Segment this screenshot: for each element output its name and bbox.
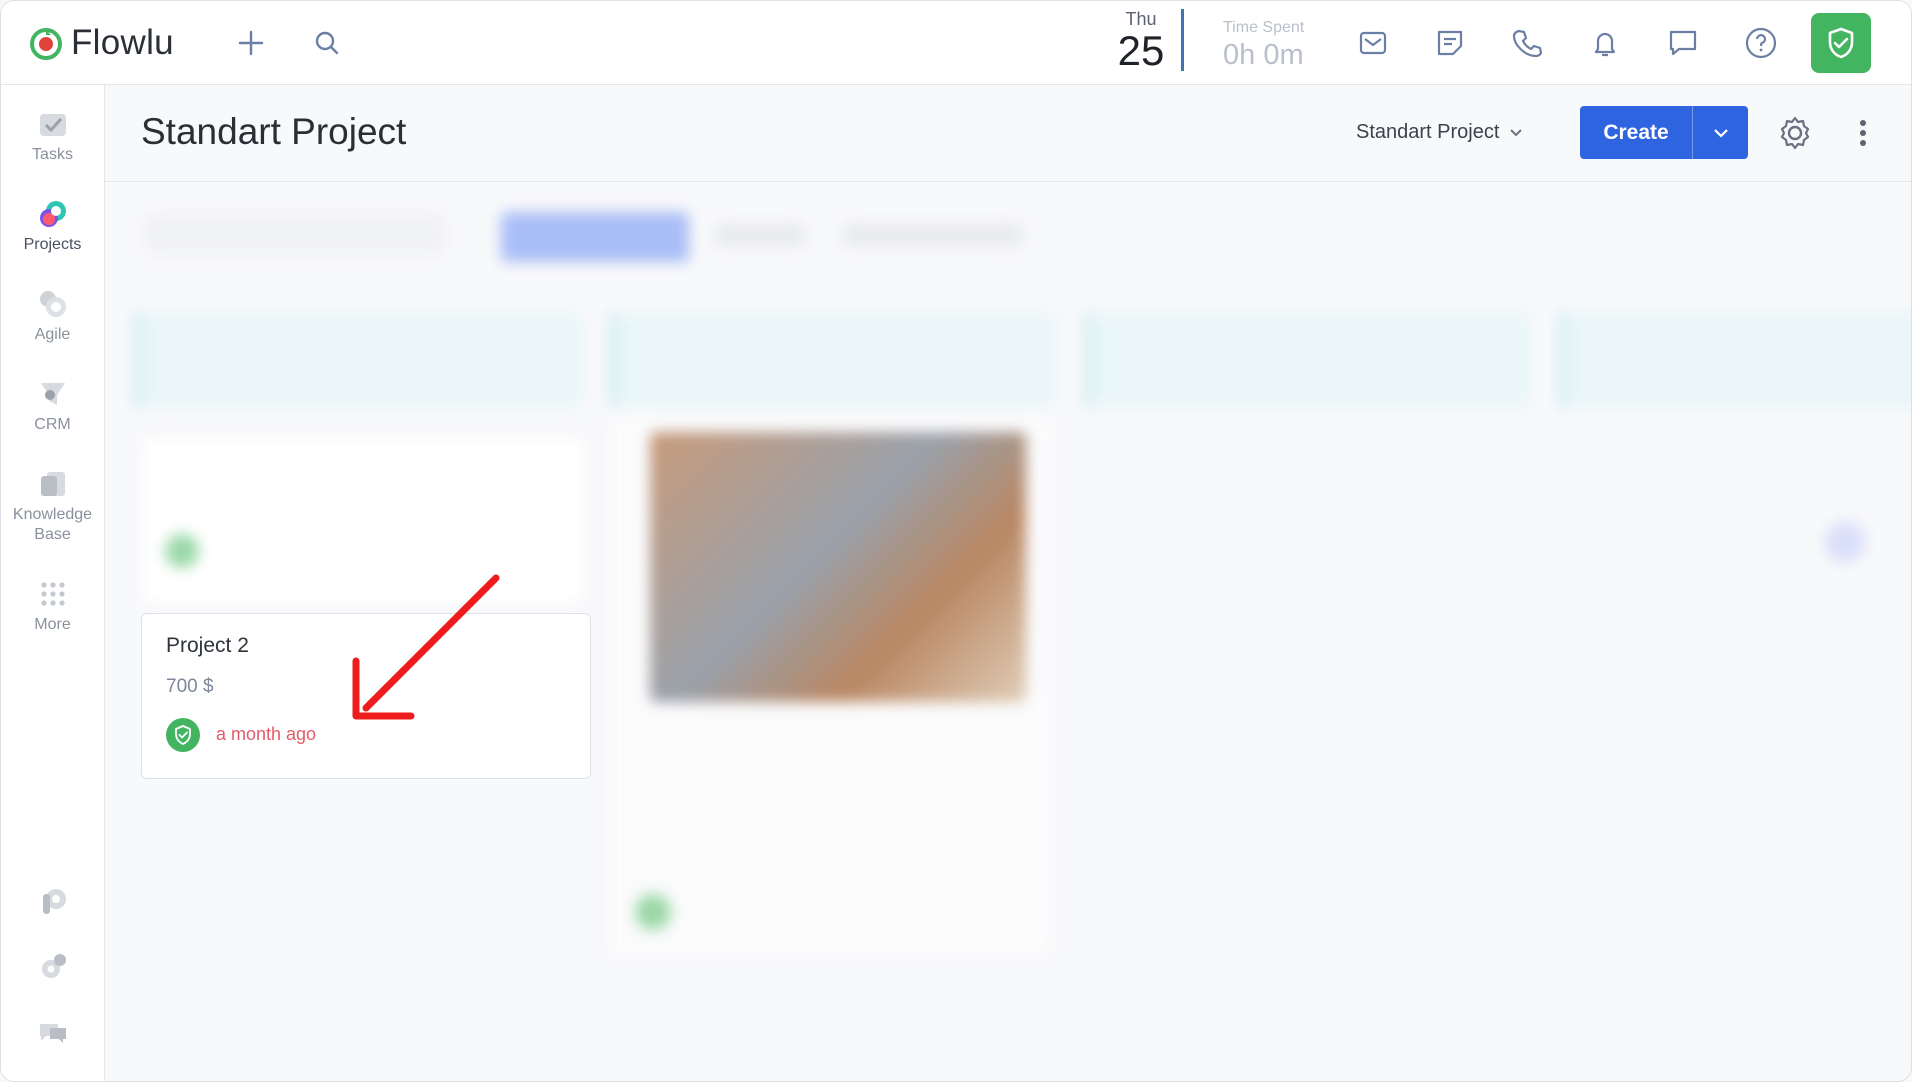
sidebar-item-knowledge-base[interactable]: Knowledge Base (1, 467, 104, 545)
knowledge-base-icon (36, 467, 70, 501)
project-card-amount: 700 $ (166, 676, 214, 697)
project-card[interactable]: Project 2 700 $ a month ago (141, 613, 591, 779)
time-spent-widget[interactable]: Time Spent 0h 0m (1223, 19, 1304, 72)
blurred-button (1825, 522, 1865, 562)
sidebar-label-more: More (34, 616, 71, 633)
mail-icon[interactable] (1353, 23, 1393, 63)
tasks-icon (36, 107, 70, 141)
blurred-column (1560, 312, 1911, 408)
create-button-label: Create (1603, 120, 1669, 144)
sidebar-label-crm: CRM (34, 416, 71, 433)
blurred-column (1085, 312, 1531, 408)
blurred-filter-tab (715, 224, 805, 246)
sidebar-label-knowledge-base: Knowledge Base (12, 506, 93, 543)
sidebar-item-more[interactable]: More (1, 577, 104, 635)
blurred-filter-button (501, 212, 689, 262)
support-chat-icon[interactable] (1, 1015, 104, 1049)
date-divider (1181, 9, 1184, 71)
date-widget[interactable]: Thu 25 (1113, 9, 1169, 73)
pipeline-select-value: Standart Project (1356, 121, 1500, 143)
blurred-card (141, 437, 585, 604)
crm-icon (36, 377, 70, 411)
more-grid-icon (36, 577, 70, 611)
settings-icon[interactable] (1, 950, 104, 984)
app-window: Flowlu Thu 25 Time Spent 0h 0m Tasks Pro… (0, 0, 1912, 1082)
logo[interactable]: Flowlu (29, 23, 174, 63)
sidebar-item-agile[interactable]: Agile (1, 287, 104, 345)
sidebar-label-projects: Projects (23, 236, 82, 253)
blurred-avatar (165, 534, 199, 568)
more-options-icon[interactable] (1843, 113, 1883, 153)
project-card-time: a month ago (216, 724, 317, 744)
project-card-title: Project 2 (166, 634, 249, 657)
create-dropdown-button[interactable] (1693, 128, 1748, 138)
sidebar-label-tasks: Tasks (32, 146, 73, 163)
bell-icon[interactable] (1585, 23, 1625, 63)
search-icon[interactable] (307, 23, 347, 63)
sidebar-label-agile: Agile (34, 326, 71, 343)
blurred-filter-tab (843, 224, 1023, 246)
sidebar: Tasks Projects Agile CRM Knowledge Base (1, 85, 105, 1081)
notes-icon[interactable] (1430, 23, 1470, 63)
app-name: Flowlu (71, 23, 174, 62)
sidebar-item-crm[interactable]: CRM (1, 377, 104, 435)
chevron-down-icon (1510, 128, 1523, 136)
status-check-icon[interactable] (166, 718, 200, 752)
top-bar: Flowlu Thu 25 Time Spent 0h 0m (1, 1, 1911, 85)
user-check-icon[interactable] (1811, 13, 1871, 73)
plus-icon[interactable] (231, 23, 271, 63)
flowlu-logo-icon (30, 28, 62, 60)
date-number: 25 (1117, 27, 1165, 74)
projects-icon (36, 197, 70, 231)
date-day: Thu (1125, 9, 1157, 29)
p-icon[interactable] (1, 885, 104, 919)
chevron-down-icon (1713, 128, 1728, 138)
gear-icon[interactable] (1775, 113, 1815, 153)
chat-icon[interactable] (1663, 23, 1703, 63)
time-spent-value: 0h 0m (1223, 39, 1304, 71)
help-icon[interactable] (1741, 23, 1781, 63)
blurred-image (650, 432, 1026, 702)
sidebar-item-tasks[interactable]: Tasks (1, 107, 104, 165)
page-header: Standart Project Standart Project Create (105, 85, 1911, 182)
pipeline-select[interactable]: Standart Project (1356, 121, 1523, 144)
time-spent-label: Time Spent (1223, 19, 1305, 36)
create-button[interactable]: Create (1580, 106, 1748, 159)
blurred-search (145, 214, 445, 254)
blurred-column (610, 312, 1056, 408)
page-title: Standart Project (141, 111, 407, 152)
agile-icon (36, 287, 70, 321)
blurred-column (135, 312, 583, 408)
sidebar-item-projects[interactable]: Projects (1, 197, 104, 255)
blurred-avatar (635, 894, 671, 930)
phone-icon[interactable] (1507, 23, 1547, 63)
